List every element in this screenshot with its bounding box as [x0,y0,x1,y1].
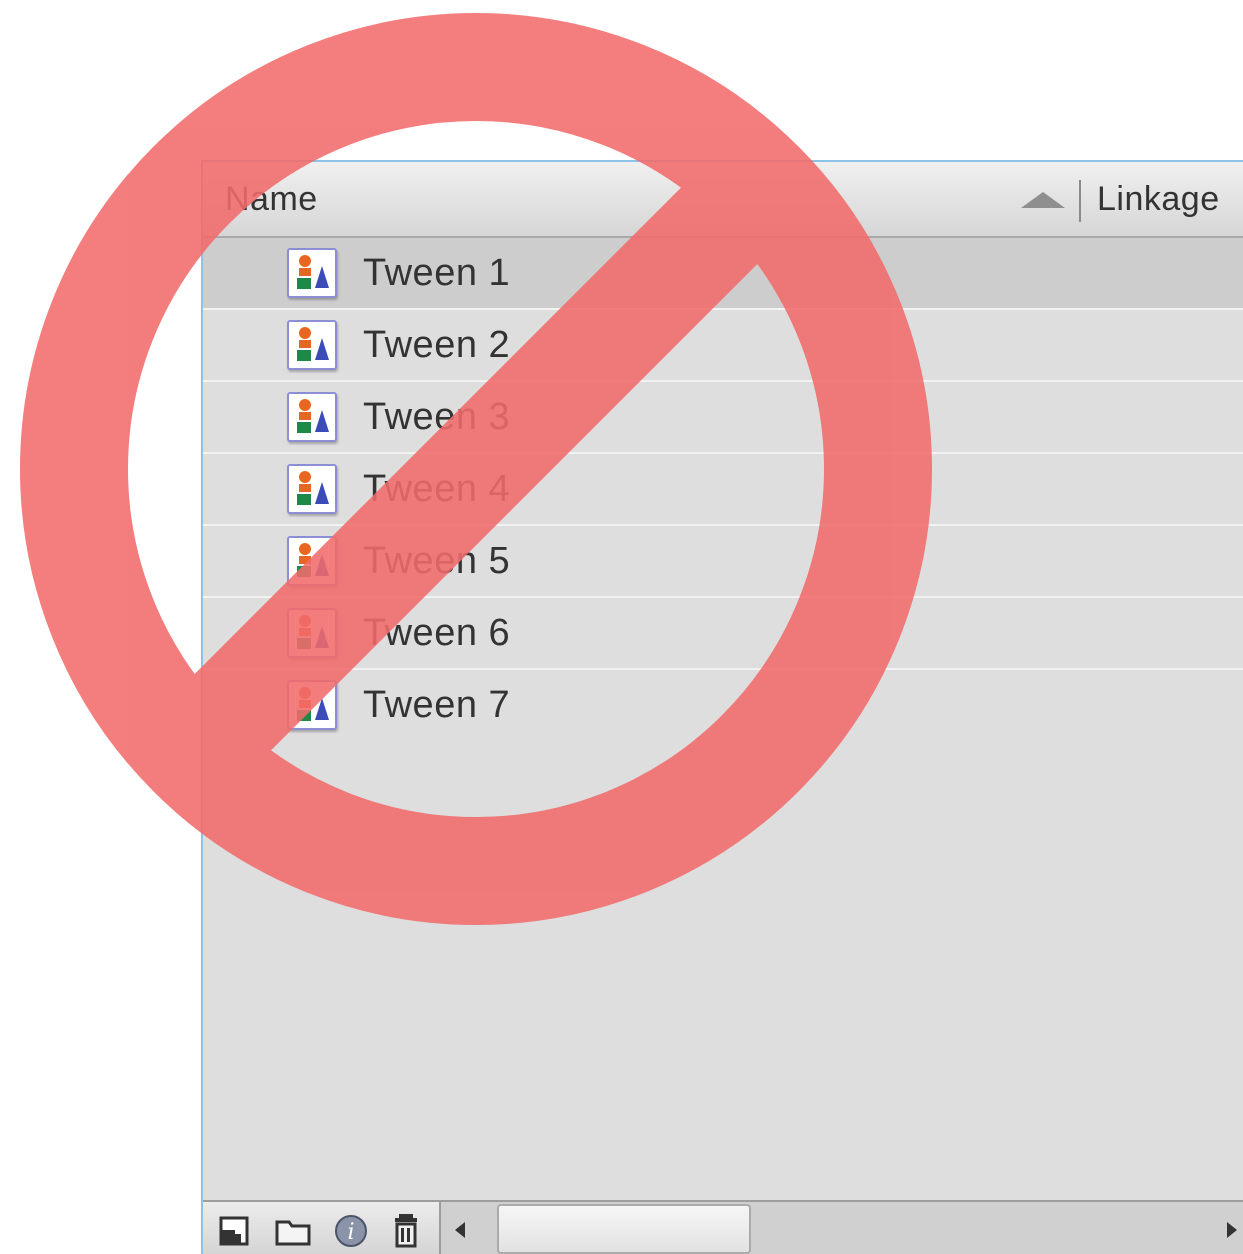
properties-icon[interactable]: i [329,1208,373,1252]
library-panel: Name Linkage Tween 1 Tween 2 Tween 3 Twe… [201,160,1243,1254]
library-item-list: Tween 1 Tween 2 Tween 3 Tween 4 Tween 5 … [203,238,1243,742]
sort-ascending-icon[interactable] [1021,192,1065,208]
library-item-row[interactable]: Tween 6 [203,598,1243,670]
new-symbol-icon[interactable] [213,1208,257,1252]
scroll-right-arrow-icon[interactable] [1227,1222,1237,1238]
library-item-label: Tween 1 [363,252,511,294]
svg-text:i: i [347,1220,354,1245]
graphic-symbol-icon [287,680,337,730]
library-item-row[interactable]: Tween 1 [203,238,1243,310]
library-item-label: Tween 2 [363,324,511,366]
column-header: Name Linkage [203,162,1243,238]
graphic-symbol-icon [287,320,337,370]
library-item-label: Tween 7 [363,684,511,726]
library-item-row[interactable]: Tween 7 [203,670,1243,742]
library-item-label: Tween 4 [363,468,511,510]
graphic-symbol-icon [287,464,337,514]
graphic-symbol-icon [287,608,337,658]
scrollbar-thumb[interactable] [497,1204,751,1254]
library-item-label: Tween 3 [363,396,511,438]
library-item-row[interactable]: Tween 3 [203,382,1243,454]
panel-footer-toolbar: i [203,1200,1243,1254]
scroll-left-arrow-icon[interactable] [455,1222,465,1238]
horizontal-scrollbar[interactable] [439,1202,1243,1254]
screenshot-stage: Name Linkage Tween 1 Tween 2 Tween 3 Twe… [0,0,1243,1254]
delete-icon[interactable] [385,1208,429,1252]
graphic-symbol-icon [287,248,337,298]
new-folder-icon[interactable] [271,1208,315,1252]
library-item-label: Tween 6 [363,612,511,654]
library-item-row[interactable]: Tween 4 [203,454,1243,526]
linkage-column-header[interactable]: Linkage [1097,180,1220,219]
library-item-label: Tween 5 [363,540,511,582]
name-column-header[interactable]: Name [225,180,318,219]
library-item-row[interactable]: Tween 5 [203,526,1243,598]
graphic-symbol-icon [287,536,337,586]
column-divider[interactable] [1079,180,1081,222]
library-item-row[interactable]: Tween 2 [203,310,1243,382]
graphic-symbol-icon [287,392,337,442]
